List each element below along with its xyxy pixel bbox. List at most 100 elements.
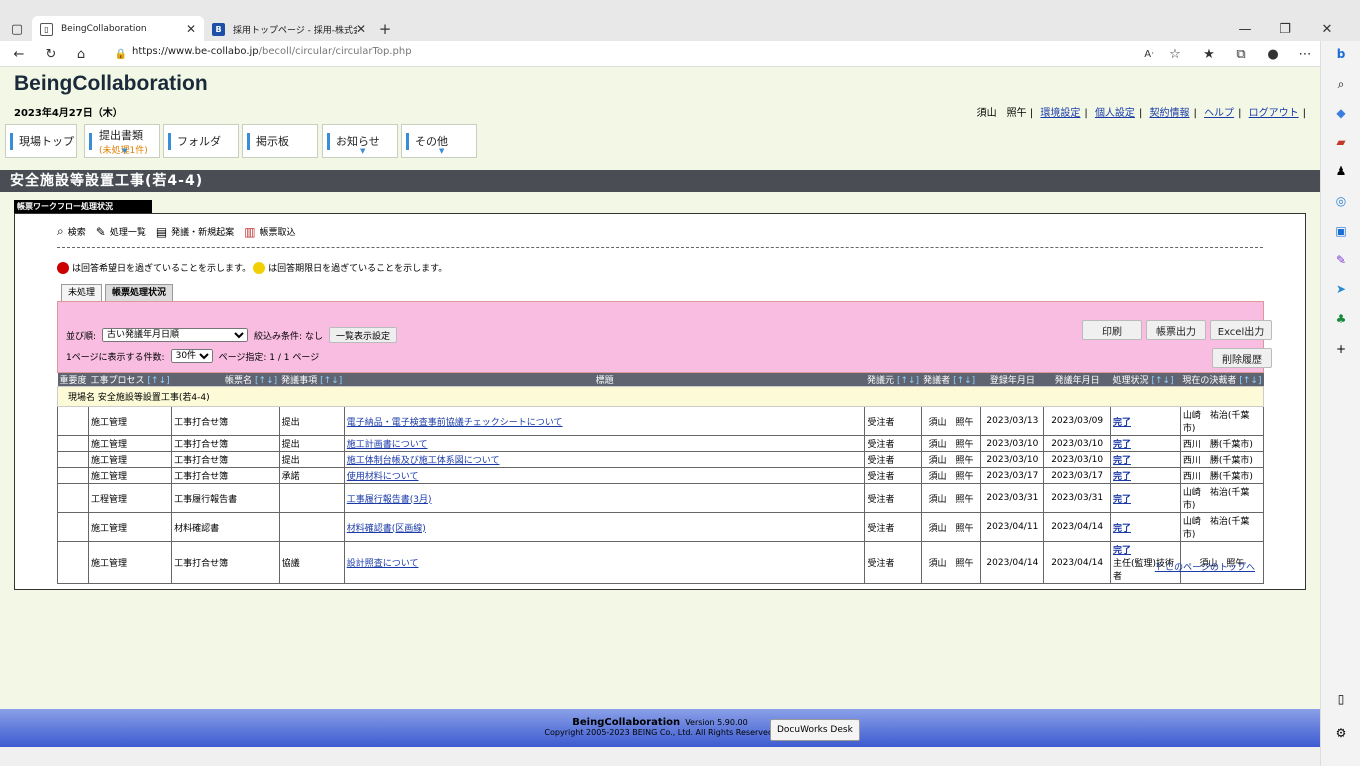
print-button[interactable]: 印刷 <box>1082 320 1142 340</box>
close-window-icon[interactable]: ✕ <box>1318 20 1336 38</box>
status-link[interactable]: 完了 <box>1113 440 1131 450</box>
drop-icon[interactable]: ➤ <box>1333 281 1349 297</box>
browser-tab-active[interactable]: ▯ BeingCollaboration ✕ <box>32 16 204 42</box>
page-title: 安全施設等設置工事(若4-4) <box>0 170 1320 192</box>
address-bar[interactable]: https://www.be-collabo.jp/becoll/circula… <box>132 46 412 57</box>
favorite-icon[interactable]: ☆ <box>1166 45 1184 63</box>
games-icon[interactable]: ♟ <box>1333 163 1349 179</box>
subject-link[interactable]: 材料確認書(区画線) <box>347 524 426 534</box>
red-dot-icon <box>57 261 69 274</box>
nav-site-top[interactable]: 現場トップ <box>5 124 77 158</box>
new-draft-tool[interactable]: ▤ 発議・新規起案 <box>156 224 234 239</box>
magnifier-icon: ⌕ <box>57 224 64 238</box>
add-icon[interactable]: + <box>1333 341 1349 357</box>
nav-unprocessed-count: (未処理1件) <box>99 145 148 156</box>
status-link[interactable]: 完了 <box>1113 472 1131 482</box>
process-list-tool[interactable]: ✎ 処理一覧 <box>96 224 146 239</box>
restore-icon[interactable]: ❐ <box>1276 20 1294 38</box>
status-link[interactable]: 完了 <box>1113 456 1131 466</box>
subject-link[interactable]: 電子納品・電子検査事前協議チェックシートについて <box>347 418 563 428</box>
nav-submitted-docs[interactable]: 提出書類 (未処理1件) ▼ <box>84 124 160 158</box>
per-page-select[interactable]: 30件 <box>170 349 213 363</box>
import-icon: ▥ <box>244 224 256 239</box>
settings-icon[interactable]: ⚙ <box>1333 725 1349 741</box>
tools-icon[interactable]: ▰ <box>1333 134 1349 150</box>
col-process[interactable]: 工事プロセス [↑↓] <box>88 373 172 387</box>
browser-tab[interactable]: B 採用トップページ - 採用-株式会社ビ ✕ <box>204 16 374 42</box>
table-row: 施工管理 工事打合せ簿 提出 電子納品・電子検査事前協議チェックシートについて 受注… <box>56 406 1265 436</box>
subject-link[interactable]: 施工体制台帳及び施工体系図について <box>347 456 500 466</box>
close-tab-icon[interactable]: ✕ <box>186 22 196 36</box>
nav-folder[interactable]: フォルダ <box>163 124 239 158</box>
col-proposal-item[interactable]: 発議事項 [↑↓] <box>279 373 345 387</box>
tree-icon[interactable]: ♣ <box>1333 311 1349 327</box>
browser-toolbar: ← ↻ ⌂ 🔒 https://www.be-collabo.jp/becoll… <box>0 41 1320 67</box>
status-link[interactable]: 完了 <box>1113 418 1131 428</box>
user-links: 須山 照午 | 環境設定 | 個人設定 | 契約情報 | ヘルプ | ログアウト | <box>976 108 1306 119</box>
shopping-icon[interactable]: ◆ <box>1333 105 1349 121</box>
refresh-icon[interactable]: ↻ <box>42 45 60 63</box>
status-link[interactable]: 完了 <box>1113 524 1131 534</box>
subject-link[interactable]: 工事履行報告書(3月) <box>347 495 432 505</box>
bing-icon[interactable]: b <box>1333 46 1349 62</box>
link-personal-settings[interactable]: 個人設定 <box>1095 108 1135 119</box>
page-icon: ▯ <box>40 22 53 36</box>
new-tab-icon[interactable]: + <box>376 20 394 38</box>
tab-unprocessed[interactable]: 未処理 <box>61 284 103 301</box>
tab-actions-icon[interactable]: ▢ <box>8 20 26 38</box>
more-icon[interactable]: ⋯ <box>1296 45 1314 63</box>
list-settings-button[interactable]: 一覧表示設定 <box>328 327 397 343</box>
col-registered-date: 登録年月日 <box>980 373 1044 387</box>
footer-version: Version 5.90.00 <box>685 718 748 727</box>
close-tab-icon[interactable]: ✕ <box>356 22 366 36</box>
subject-link[interactable]: 施工計画書について <box>347 440 428 450</box>
import-form-tool[interactable]: ▥ 帳票取込 <box>244 224 295 239</box>
col-status[interactable]: 処理状況 [↑↓] <box>1110 373 1181 387</box>
designer-icon[interactable]: ✎ <box>1333 252 1349 268</box>
filter-box: 並び順: 古い発議年月日順 絞込み条件: なし 一覧表示設定 1ページに表示する… <box>57 301 1272 373</box>
profile-icon[interactable]: ● <box>1264 45 1282 63</box>
office-icon[interactable]: ◎ <box>1333 193 1349 209</box>
sort-select[interactable]: 古い発議年月日順 <box>102 328 249 342</box>
minimize-icon[interactable]: — <box>1236 20 1254 38</box>
split-screen-icon[interactable]: ▯ <box>1333 691 1349 707</box>
link-contract-info[interactable]: 契約情報 <box>1150 108 1190 119</box>
col-proposer[interactable]: 発議者 [↑↓] <box>921 373 981 387</box>
lock-icon: 🔒 <box>114 48 128 60</box>
col-form-name[interactable]: 帳票名 [↑↓] <box>171 373 280 387</box>
tab-form-status[interactable]: 帳票処理状況 <box>105 284 174 301</box>
collections-icon[interactable]: ⧉ <box>1232 45 1250 63</box>
outlook-icon[interactable]: ▣ <box>1333 223 1349 239</box>
search-icon[interactable]: ⌕ <box>1333 76 1349 92</box>
status-link[interactable]: 完了 <box>1113 546 1131 556</box>
tab-title: BeingCollaboration <box>61 24 147 34</box>
excel-output-button[interactable]: Excel出力 <box>1210 320 1272 340</box>
url-path: /becoll/circular/circularTop.php <box>258 46 412 57</box>
subject-link[interactable]: 使用材料について <box>347 472 419 482</box>
link-help[interactable]: ヘルプ <box>1204 108 1234 119</box>
chevron-down-icon: ▼ <box>122 147 128 155</box>
link-logout[interactable]: ログアウト <box>1249 108 1299 119</box>
home-icon[interactable]: ⌂ <box>72 45 90 63</box>
page-top-link[interactable]: ↑ このページのトップへ <box>1155 560 1255 573</box>
nav-bulletin[interactable]: 掲示板 <box>242 124 318 158</box>
status-link[interactable]: 完了 <box>1113 495 1131 505</box>
subject-link[interactable]: 設計照査について <box>347 559 419 569</box>
app-logo[interactable]: BeingCollaboration <box>14 72 208 96</box>
workflow-table: 重要度 工事プロセス [↑↓] 帳票名 [↑↓] 発議事項 [↑↓] 標題 発議元 [↑… <box>56 373 1265 584</box>
browser-tabbar: ▢ ▯ BeingCollaboration ✕ B 採用トップページ - 採用… <box>0 0 1360 42</box>
form-output-button[interactable]: 帳票出力 <box>1146 320 1206 340</box>
docuworks-desk-button[interactable]: DocuWorks Desk <box>770 719 860 741</box>
col-approver[interactable]: 現在の決裁者 [↑↓] <box>1180 373 1264 387</box>
nav-notices[interactable]: お知らせ ▼ <box>322 124 398 158</box>
deletion-history-button[interactable]: 削除履歴 <box>1212 348 1272 368</box>
favorites-icon[interactable]: ★ <box>1200 45 1218 63</box>
link-environment-settings[interactable]: 環境設定 <box>1040 108 1080 119</box>
current-date: 2023年4月27日（木） <box>14 108 123 119</box>
nav-other[interactable]: その他 ▼ <box>401 124 477 158</box>
col-origin[interactable]: 発議元 [↑↓] <box>864 373 922 387</box>
read-aloud-icon[interactable]: Aᐧ <box>1140 45 1158 63</box>
search-tool[interactable]: ⌕ 検索 <box>57 224 86 239</box>
back-icon[interactable]: ← <box>10 45 28 63</box>
table-row: 施工管理 工事打合せ簿 協議 設計照査について 受注者 須山 照午 2023/04/14… <box>56 541 1265 584</box>
